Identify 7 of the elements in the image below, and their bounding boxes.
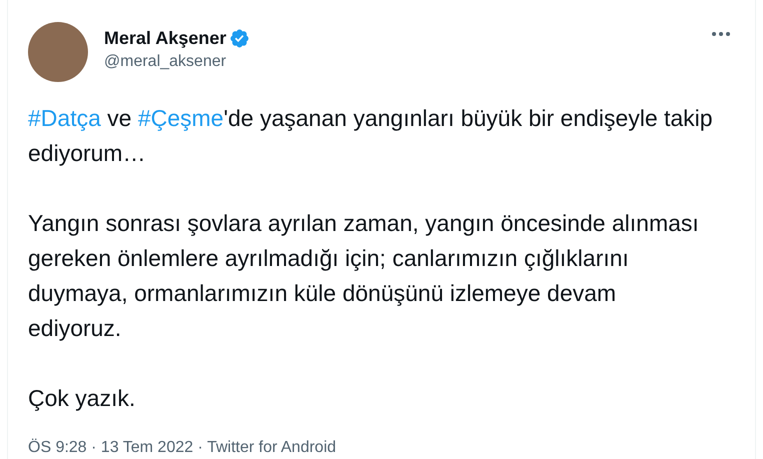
more-options-icon[interactable] bbox=[712, 32, 730, 36]
author-handle[interactable]: @meral_aksener bbox=[104, 51, 250, 73]
tweet-paragraph: Yangın sonrası şovlara ayrılan zaman, yangın öncesinde alınması gereken önlemlere ayrılmadığı için; canlarımızın çığlıklarını duymaya, ormanlarımızın küle dönüşünü izlemeye devam ediyoruz. bbox=[28, 209, 700, 343]
tweet-paragraph: Çok yazık. bbox=[28, 384, 136, 413]
tweet-timestamp[interactable]: ÖS 9:28 · 13 Tem 2022 · Twitter for Android bbox=[28, 438, 735, 458]
author-name[interactable]: Meral Akşener bbox=[104, 26, 226, 50]
tweet-paragraph: #Datça ve #Çeşme'de yaşanan yangınları büyük bir endişeyle takip ediyorum… bbox=[28, 104, 714, 168]
